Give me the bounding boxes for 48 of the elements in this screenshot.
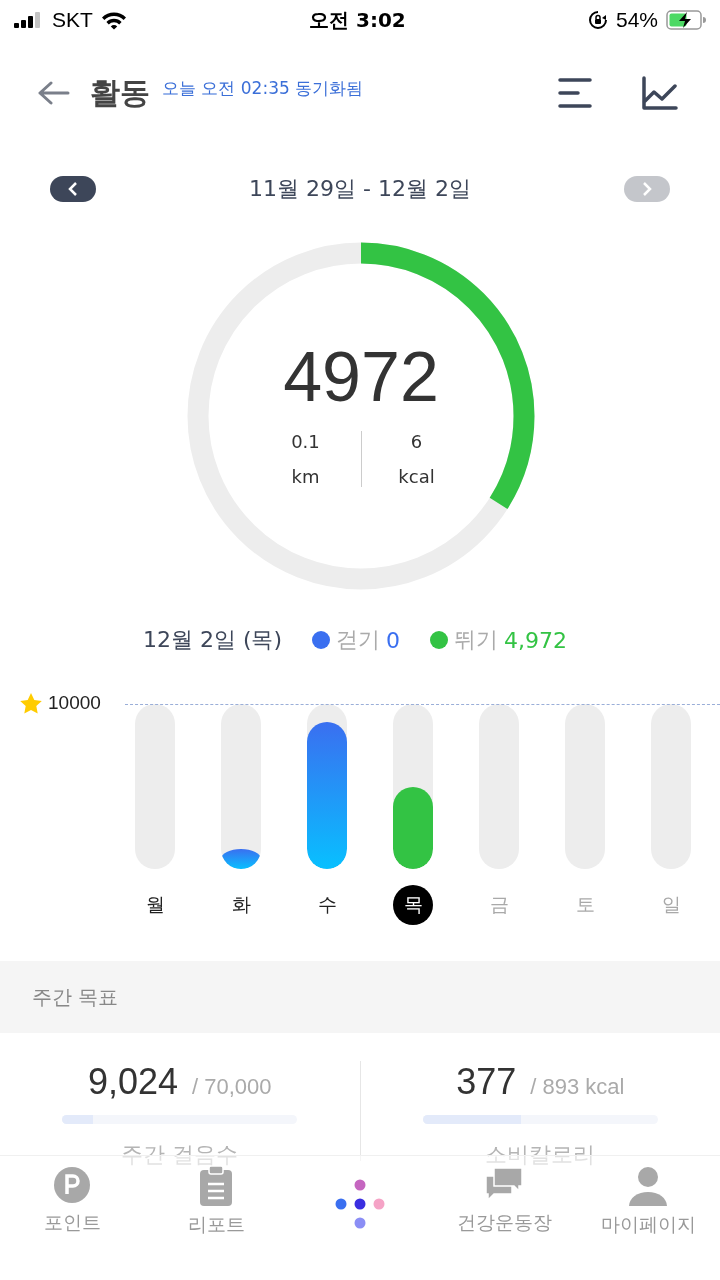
tab-item[interactable]: 건강운동장 — [432, 1166, 576, 1236]
goal-value: 377 — [456, 1061, 517, 1103]
day-tab[interactable]: 화 — [221, 885, 261, 925]
clipboard-icon — [199, 1166, 233, 1206]
distance-unit: km — [291, 466, 320, 487]
distance-value: 0.1 — [291, 431, 320, 452]
star-icon — [20, 692, 42, 714]
day-tab[interactable]: 일 — [651, 885, 691, 925]
chevron-right-icon — [640, 181, 654, 197]
goal-value: 9,024 — [87, 1061, 179, 1103]
rotation-lock-icon — [587, 10, 608, 30]
day-tab[interactable]: 수 — [307, 885, 347, 925]
battery-percent: 54% — [615, 8, 658, 32]
tab-item[interactable]: 마이페이지 — [576, 1166, 720, 1238]
menu-icon[interactable] — [558, 76, 592, 110]
legend-label: 걷기 — [336, 626, 381, 654]
chevron-left-icon — [66, 181, 80, 197]
section-title: 주간 목표 — [32, 983, 119, 1011]
carrier: SKT — [52, 8, 93, 32]
day-tab[interactable]: 목 — [393, 885, 433, 925]
back-arrow-icon[interactable] — [38, 81, 70, 105]
wifi-icon — [100, 10, 127, 30]
calories-value: 6 — [410, 431, 423, 452]
selected-date: 12월 2일 (목) — [142, 626, 283, 654]
page-title: 활동 — [90, 73, 150, 112]
sync-status: 오늘 오전 02:35 동기화됨 — [162, 76, 364, 100]
legend-value: 4,972 — [504, 627, 568, 653]
legend-label: 뛰기 — [454, 626, 499, 654]
day-tab[interactable]: 금 — [479, 885, 519, 925]
clock: 오전 3:02 — [309, 6, 406, 34]
previous-button[interactable] — [50, 176, 96, 202]
battery-charging-icon — [666, 10, 706, 30]
goal-label: 소비칼로리 — [485, 1141, 596, 1169]
goal-target: / 70,000 — [192, 1074, 272, 1100]
line-chart-icon[interactable] — [642, 76, 678, 110]
goal-label: 10000 — [48, 692, 101, 714]
tab-item[interactable]: 리포트 — [144, 1166, 288, 1238]
dots-logo-icon — [334, 1178, 386, 1230]
day-tab[interactable]: 월 — [135, 885, 175, 925]
calories-unit: kcal — [398, 466, 435, 487]
day-tab[interactable]: 토 — [565, 885, 605, 925]
person-icon — [628, 1166, 668, 1206]
step-count: 4972 — [283, 337, 439, 417]
tab-item[interactable]: 포인트 — [0, 1166, 144, 1236]
date-range: 11월 29일 - 12월 2일 — [249, 175, 471, 203]
legend-value: 0 — [386, 627, 401, 653]
goal-target: / 893 kcal — [530, 1074, 625, 1100]
coin-icon — [53, 1166, 91, 1204]
